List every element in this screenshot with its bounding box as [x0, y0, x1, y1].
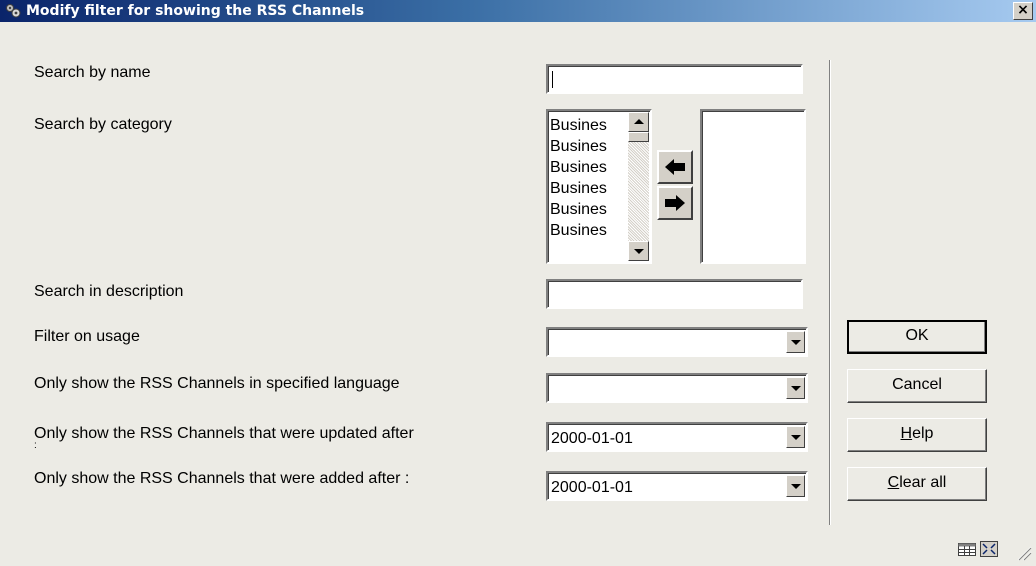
category-scrollbar[interactable] [628, 112, 649, 261]
scroll-up-button[interactable] [628, 112, 649, 132]
move-right-button[interactable] [657, 186, 693, 220]
help-mnemonic: H [900, 425, 913, 442]
added-after-label: Only show the RSS Channels that were add… [34, 470, 410, 487]
search-by-name-field[interactable] [548, 66, 801, 92]
updated-after-label-overflow: : [34, 441, 37, 448]
updated-after-value: 2000-01-01 [551, 430, 633, 447]
help-button[interactable]: Help [847, 418, 987, 452]
clear-mnemonic: C [887, 474, 900, 491]
search-by-category-label: Search by category [34, 116, 172, 133]
text-caret [552, 71, 553, 88]
language-select[interactable] [546, 373, 808, 403]
cancel-button[interactable]: Cancel [847, 369, 987, 403]
close-button[interactable]: × [1013, 2, 1033, 20]
maximize-icon[interactable] [980, 541, 998, 557]
category-available-list[interactable]: Busines Busines Busines Busines Busines … [546, 109, 652, 264]
category-selected-list[interactable] [700, 109, 806, 264]
scroll-down-button[interactable] [628, 241, 649, 261]
chevron-down-icon [791, 386, 801, 391]
resize-grip-icon[interactable] [1014, 543, 1032, 561]
updated-after-select[interactable]: 2000-01-01 [546, 422, 808, 452]
search-by-name-label: Search by name [34, 64, 151, 81]
filter-on-usage-label: Filter on usage [34, 328, 140, 345]
chevron-down-icon [791, 484, 801, 489]
chevron-down-icon [791, 435, 801, 440]
list-item[interactable]: Busines [550, 115, 629, 136]
window-title: Modify filter for showing the RSS Channe… [26, 3, 365, 19]
dropdown-button[interactable] [786, 377, 805, 399]
list-item[interactable]: Busines [550, 178, 629, 199]
ok-button[interactable]: OK [847, 320, 987, 354]
search-in-description-input[interactable] [546, 279, 803, 309]
dropdown-button[interactable] [786, 426, 805, 448]
vertical-divider [829, 60, 830, 525]
list-item[interactable]: Busines [550, 136, 629, 157]
scroll-down-icon [634, 249, 644, 254]
list-item[interactable]: Busines [550, 220, 629, 241]
filter-on-usage-select[interactable] [546, 327, 808, 357]
search-by-name-input[interactable] [546, 64, 803, 94]
updated-after-label: Only show the RSS Channels that were upd… [34, 425, 414, 442]
scroll-thumb[interactable] [628, 132, 649, 142]
arrow-left-icon [665, 159, 685, 175]
chevron-down-icon [791, 340, 801, 345]
list-item[interactable]: Busines [550, 157, 629, 178]
clear-all-label: lear all [899, 474, 947, 491]
close-icon: × [1017, 2, 1029, 18]
search-in-description-field[interactable] [548, 281, 801, 307]
scroll-up-icon [634, 119, 644, 124]
search-in-description-label: Search in description [34, 283, 184, 300]
app-icon [5, 3, 23, 19]
list-item[interactable]: Busines [550, 199, 629, 220]
added-after-value: 2000-01-01 [551, 479, 633, 496]
clear-all-button[interactable]: Clear all [847, 467, 987, 501]
added-after-select[interactable]: 2000-01-01 [546, 471, 808, 501]
help-label: elp [912, 425, 934, 442]
dropdown-button[interactable] [786, 475, 805, 497]
category-items: Busines Busines Busines Busines Busines … [550, 115, 629, 241]
move-left-button[interactable] [657, 150, 693, 184]
language-label: Only show the RSS Channels in specified … [34, 375, 400, 392]
arrow-right-icon [665, 195, 685, 211]
dropdown-button[interactable] [786, 331, 805, 353]
grid-icon[interactable] [958, 543, 976, 556]
